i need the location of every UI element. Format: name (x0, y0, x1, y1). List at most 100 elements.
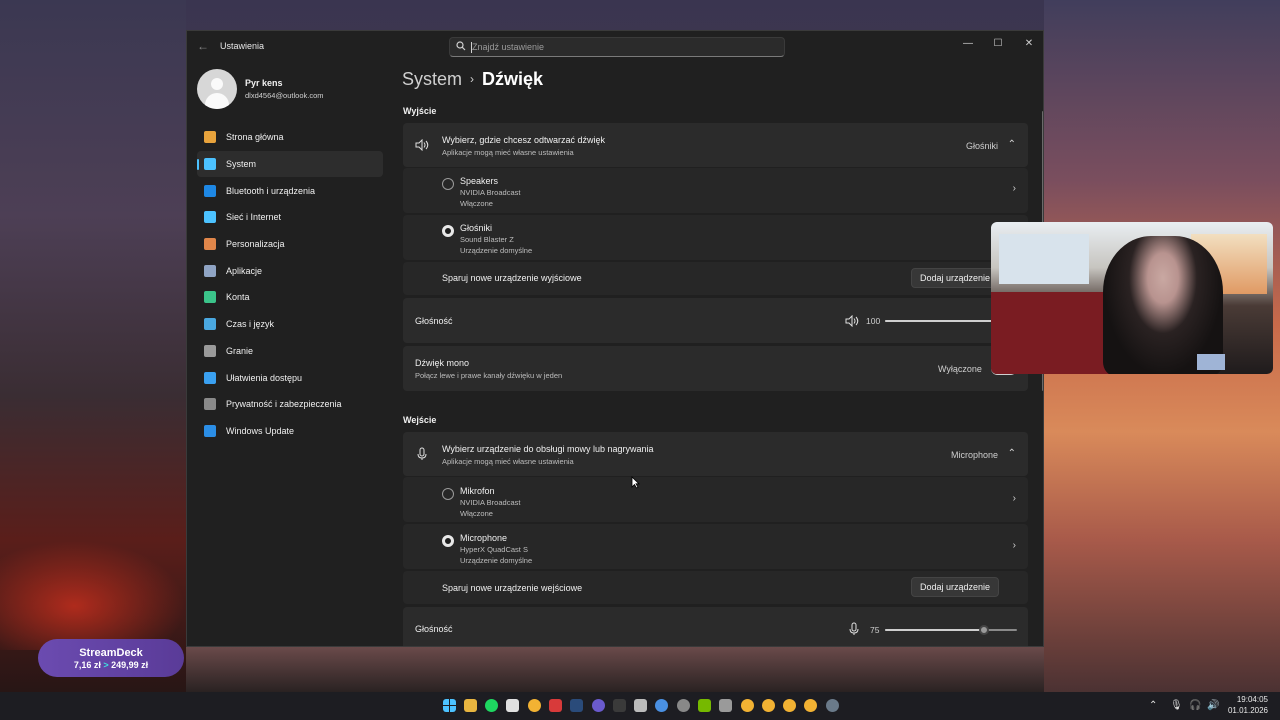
start-icon[interactable] (443, 699, 456, 712)
input-radio-microphone[interactable] (442, 535, 454, 547)
search-box[interactable] (449, 37, 785, 57)
obs-icon[interactable] (677, 699, 690, 712)
microphone-icon[interactable]: 🎙 (1170, 700, 1183, 711)
chrome-icon[interactable] (741, 699, 754, 712)
sidebar-item-bluetooth-i-urządzenia[interactable]: Bluetooth i urządzenia (197, 177, 383, 204)
chevron-up-icon[interactable]: ⌃ (1008, 139, 1016, 150)
device-driver: NVIDIA Broadcast (460, 188, 521, 197)
device-name: Mikrofon (460, 486, 495, 496)
sidebar-nav: Strona główna System Bluetooth i urządzeni… (197, 124, 383, 444)
minimize-button[interactable]: — (957, 35, 979, 53)
device-name: Głośniki (460, 223, 493, 233)
user-name: Pyr kens (245, 78, 283, 88)
add-input-device-button[interactable]: Dodaj urządzenie (911, 577, 1000, 597)
search-input[interactable] (472, 40, 772, 54)
page-title: Dźwięk (482, 69, 544, 89)
sidebar-item-sieć-i-internet[interactable]: Sieć i Internet (197, 204, 383, 231)
apps-icon (204, 264, 216, 277)
notepad-icon[interactable] (506, 699, 519, 712)
input-radio-mikrofon[interactable] (442, 488, 454, 500)
output-radio-speakers[interactable] (442, 178, 454, 190)
back-arrow-icon[interactable]: ← (197, 39, 209, 53)
globe-clock-icon (204, 318, 216, 331)
chrome-icon[interactable] (528, 699, 541, 712)
chevron-right-icon[interactable]: › (1013, 493, 1016, 504)
microphone-icon[interactable] (849, 622, 859, 636)
sidebar-item-label: Granie (226, 345, 254, 356)
chevron-up-icon[interactable]: ⌃ (1149, 700, 1157, 711)
file-explorer-icon[interactable] (464, 699, 477, 712)
output-device-row[interactable]: Głośniki Sound Blaster Z Urządzenie domy… (403, 215, 1028, 260)
sidebar-item-konta[interactable]: Konta (197, 284, 383, 311)
price-arrow: > (103, 660, 109, 670)
output-choose-title: Wybierz, gdzie chcesz odtwarzać dźwięk (442, 135, 605, 145)
chevron-right-icon[interactable]: › (1013, 540, 1016, 551)
mouse-pointer-icon (631, 476, 640, 489)
device-name: Speakers (460, 176, 499, 186)
output-volume-value: 100 (866, 316, 881, 326)
input-volume-value: 75 (870, 625, 880, 635)
webcam-overlay (991, 222, 1273, 374)
sidebar-item-aplikacje[interactable]: Aplikacje (197, 257, 383, 284)
clock[interactable]: 19:04:05 01.01.2026 (1228, 694, 1268, 716)
sidebar-item-personalizacja[interactable]: Personalizacja (197, 231, 383, 258)
mono-state: Wyłączone (938, 364, 982, 374)
taskbar: ⌃ 🎙 🎧 🔊 19:04:05 01.01.2026 (0, 692, 1280, 720)
input-device-row[interactable]: Mikrofon NVIDIA Broadcast Włączone › (403, 477, 1028, 522)
streamdeck-title: StreamDeck (79, 647, 143, 659)
sidebar-item-granie[interactable]: Granie (197, 338, 383, 365)
sidebar-item-label: System (226, 159, 257, 170)
steam-icon[interactable] (570, 699, 583, 712)
breadcrumb-parent[interactable]: System (402, 69, 462, 89)
headset-icon[interactable]: 🎧 (1189, 700, 1201, 711)
add-output-device-button[interactable]: Dodaj urządzenie (911, 268, 1000, 288)
maximize-button[interactable]: ☐ (987, 35, 1009, 53)
output-radio-glosniki[interactable] (442, 225, 454, 237)
nvidia-icon[interactable] (698, 699, 711, 712)
sidebar-item-czas-i-język[interactable]: Czas i język (197, 311, 383, 338)
input-volume-row: Głośność 75 (403, 607, 1028, 646)
app-mic-icon[interactable] (719, 699, 732, 712)
sidebar-item-label: Prywatność i zabezpieczenia (226, 399, 342, 410)
sidebar-item-ułatwienia-dostępu[interactable]: Ułatwienia dostępu (197, 364, 383, 391)
input-device-row[interactable]: Microphone HyperX QuadCast S Urządzenie … (403, 524, 1028, 569)
spotify-icon[interactable] (485, 699, 498, 712)
sidebar-item-strona-główna[interactable]: Strona główna (197, 124, 383, 151)
mono-title: Dźwięk mono (415, 358, 470, 368)
app-red-icon[interactable] (549, 699, 562, 712)
webcam-monitor (1197, 354, 1225, 370)
discord-icon[interactable] (592, 699, 605, 712)
sidebar-item-windows-update[interactable]: Windows Update (197, 418, 383, 445)
slider-thumb[interactable] (979, 625, 989, 635)
chrome-icon[interactable] (783, 699, 796, 712)
chevron-right-icon[interactable]: › (1013, 183, 1016, 194)
mono-subtitle: Połącz lewe i prawe kanały dźwięku w jed… (415, 371, 563, 380)
avatar-body (205, 93, 229, 109)
input-volume-slider[interactable] (885, 625, 1017, 635)
app-blue-icon[interactable] (655, 699, 668, 712)
chevron-up-icon[interactable]: ⌃ (1008, 448, 1016, 459)
sidebar-item-label: Konta (226, 292, 250, 303)
device-driver: HyperX QuadCast S (460, 545, 528, 554)
output-device-row[interactable]: Speakers NVIDIA Broadcast Włączone › (403, 168, 1028, 213)
sidebar-item-label: Personalizacja (226, 239, 285, 250)
app-dark-icon[interactable] (613, 699, 626, 712)
input-volume-label: Głośność (415, 624, 453, 634)
user-avatar[interactable] (197, 69, 237, 109)
close-button[interactable]: ✕ (1018, 35, 1040, 53)
speaker-icon (415, 139, 429, 151)
sidebar-item-system[interactable]: System (197, 150, 383, 178)
avatar-head (211, 78, 223, 90)
settings-gear-icon[interactable] (826, 699, 839, 712)
speaker-icon[interactable] (845, 315, 859, 327)
app-grey-icon[interactable] (634, 699, 647, 712)
desktop-wallpaper-bottom (186, 647, 1044, 692)
shield-icon (204, 398, 216, 411)
chrome-icon[interactable] (762, 699, 775, 712)
slider-fill (885, 629, 984, 631)
input-device-selector[interactable]: Wybierz urządzenie do obsługi mowy lub n… (403, 432, 1028, 476)
chrome-icon[interactable] (804, 699, 817, 712)
sidebar-item-prywatność-i-zabezpieczenia[interactable]: Prywatność i zabezpieczenia (197, 391, 383, 418)
speaker-icon[interactable]: 🔊 (1207, 700, 1219, 711)
output-device-selector[interactable]: Wybierz, gdzie chcesz odtwarzać dźwięk A… (403, 123, 1028, 167)
